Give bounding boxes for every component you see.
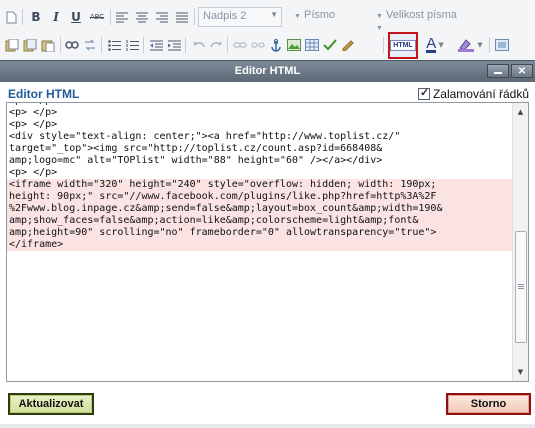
image-icon[interactable] [286, 36, 302, 54]
code-line: amp;show_faces=false&amp;action=like&amp… [7, 215, 513, 227]
html-source-textarea[interactable]: <p> </p><p> </p><p> </p><div style="text… [6, 102, 529, 382]
cut-icon[interactable] [4, 36, 20, 54]
indent-icon[interactable] [166, 36, 182, 54]
update-button[interactable]: Aktualizovat [8, 393, 94, 415]
copy-icon[interactable] [22, 36, 38, 54]
code-line: %2Fwww.blog.inpage.cz&amp;send=false&amp… [7, 203, 513, 215]
fullscreen-icon[interactable] [494, 36, 510, 54]
close-icon: ✕ [517, 65, 527, 77]
code-line: amp;logo=mc" alt="TOPlist" width="88" he… [9, 155, 383, 166]
align-justify-icon[interactable] [174, 8, 190, 26]
scroll-thumb[interactable] [515, 231, 527, 343]
italic-button[interactable]: I [48, 8, 64, 26]
vertical-scrollbar[interactable]: ▲ ▼ [512, 103, 528, 381]
font-size-select[interactable]: ▼ Velikost písma ▼ [372, 7, 470, 32]
find-icon[interactable] [64, 36, 80, 54]
bold-button[interactable]: B [28, 8, 44, 26]
wrap-lines-toggle[interactable]: Zalamování řádků [417, 86, 529, 101]
text-color-button[interactable]: A ▼ [424, 36, 446, 54]
bullet-list-icon[interactable] [106, 36, 122, 54]
minimize-icon [494, 72, 502, 74]
check-icon[interactable] [322, 36, 338, 54]
redo-icon[interactable] [208, 36, 224, 54]
embed-icon[interactable] [340, 36, 356, 54]
wrap-lines-label: Zalamování řádků [432, 87, 529, 101]
html-editor-dialog: Editor HTML Zalamování řádků <p> </p><p>… [0, 82, 535, 428]
code-line: target="_top"><img src="http://toplist.c… [9, 143, 383, 154]
font-select[interactable]: ▼ Písmo [290, 7, 364, 27]
anchor-icon[interactable] [268, 36, 284, 54]
background-color-button[interactable]: ▼ [454, 36, 486, 54]
dialog-bottom-border [0, 424, 535, 428]
scroll-up-icon[interactable]: ▲ [513, 105, 528, 119]
dialog-heading: Editor HTML [8, 87, 80, 101]
underline-button[interactable]: U [68, 8, 84, 26]
align-left-icon[interactable] [114, 8, 130, 26]
close-button[interactable]: ✕ [511, 64, 533, 78]
toolbar-row-1: B I U ABC Nadpis 2 ▼ ▼ Písmo ▼ Velikost … [0, 4, 535, 32]
code-line: <div style="text-align: center;"><a href… [9, 131, 401, 142]
code-content: <p> </p><p> </p><p> </p><div style="text… [7, 103, 513, 251]
html-source-button[interactable]: HTML [388, 32, 418, 59]
new-page-icon[interactable] [4, 8, 18, 26]
code-line: height: 90px;" src="//www.facebook.com/p… [7, 191, 513, 203]
code-line: <iframe width="320" height="240" style="… [7, 179, 513, 191]
table-icon[interactable] [304, 36, 320, 54]
code-line: amp;height=90" scrolling="no" frameborde… [7, 227, 513, 239]
code-line: <p> </p> [9, 107, 58, 118]
numbered-list-icon[interactable] [124, 36, 140, 54]
link-icon[interactable] [232, 36, 248, 54]
editor-toolbar: B I U ABC Nadpis 2 ▼ ▼ Písmo ▼ Velikost … [0, 0, 535, 60]
chevron-down-icon: ▼ [270, 10, 278, 19]
unlink-icon[interactable] [250, 36, 266, 54]
cancel-button[interactable]: Storno [446, 393, 531, 415]
wrap-lines-checkbox[interactable] [417, 86, 430, 100]
outdent-icon[interactable] [148, 36, 164, 54]
code-line: <p> </p> [9, 119, 58, 130]
chevron-down-icon: ▼ [438, 41, 444, 49]
chevron-down-icon: ▼ [477, 41, 483, 49]
toolbar-row-2: HTML A ▼ ▼ [0, 32, 535, 59]
scroll-down-icon[interactable]: ▼ [513, 365, 528, 379]
strikethrough-button[interactable]: ABC [88, 8, 106, 26]
replace-icon[interactable] [82, 36, 98, 54]
align-center-icon[interactable] [134, 8, 150, 26]
format-select[interactable]: Nadpis 2 ▼ [198, 7, 282, 27]
dialog-title: Editor HTML [234, 65, 301, 77]
dialog-titlebar[interactable]: Editor HTML ✕ [0, 60, 535, 82]
undo-icon[interactable] [190, 36, 206, 54]
paste-icon[interactable] [40, 36, 56, 54]
minimize-button[interactable] [487, 64, 509, 78]
code-line: </iframe> [7, 239, 513, 251]
code-line: <p> </p> [9, 167, 58, 178]
align-right-icon[interactable] [154, 8, 170, 26]
